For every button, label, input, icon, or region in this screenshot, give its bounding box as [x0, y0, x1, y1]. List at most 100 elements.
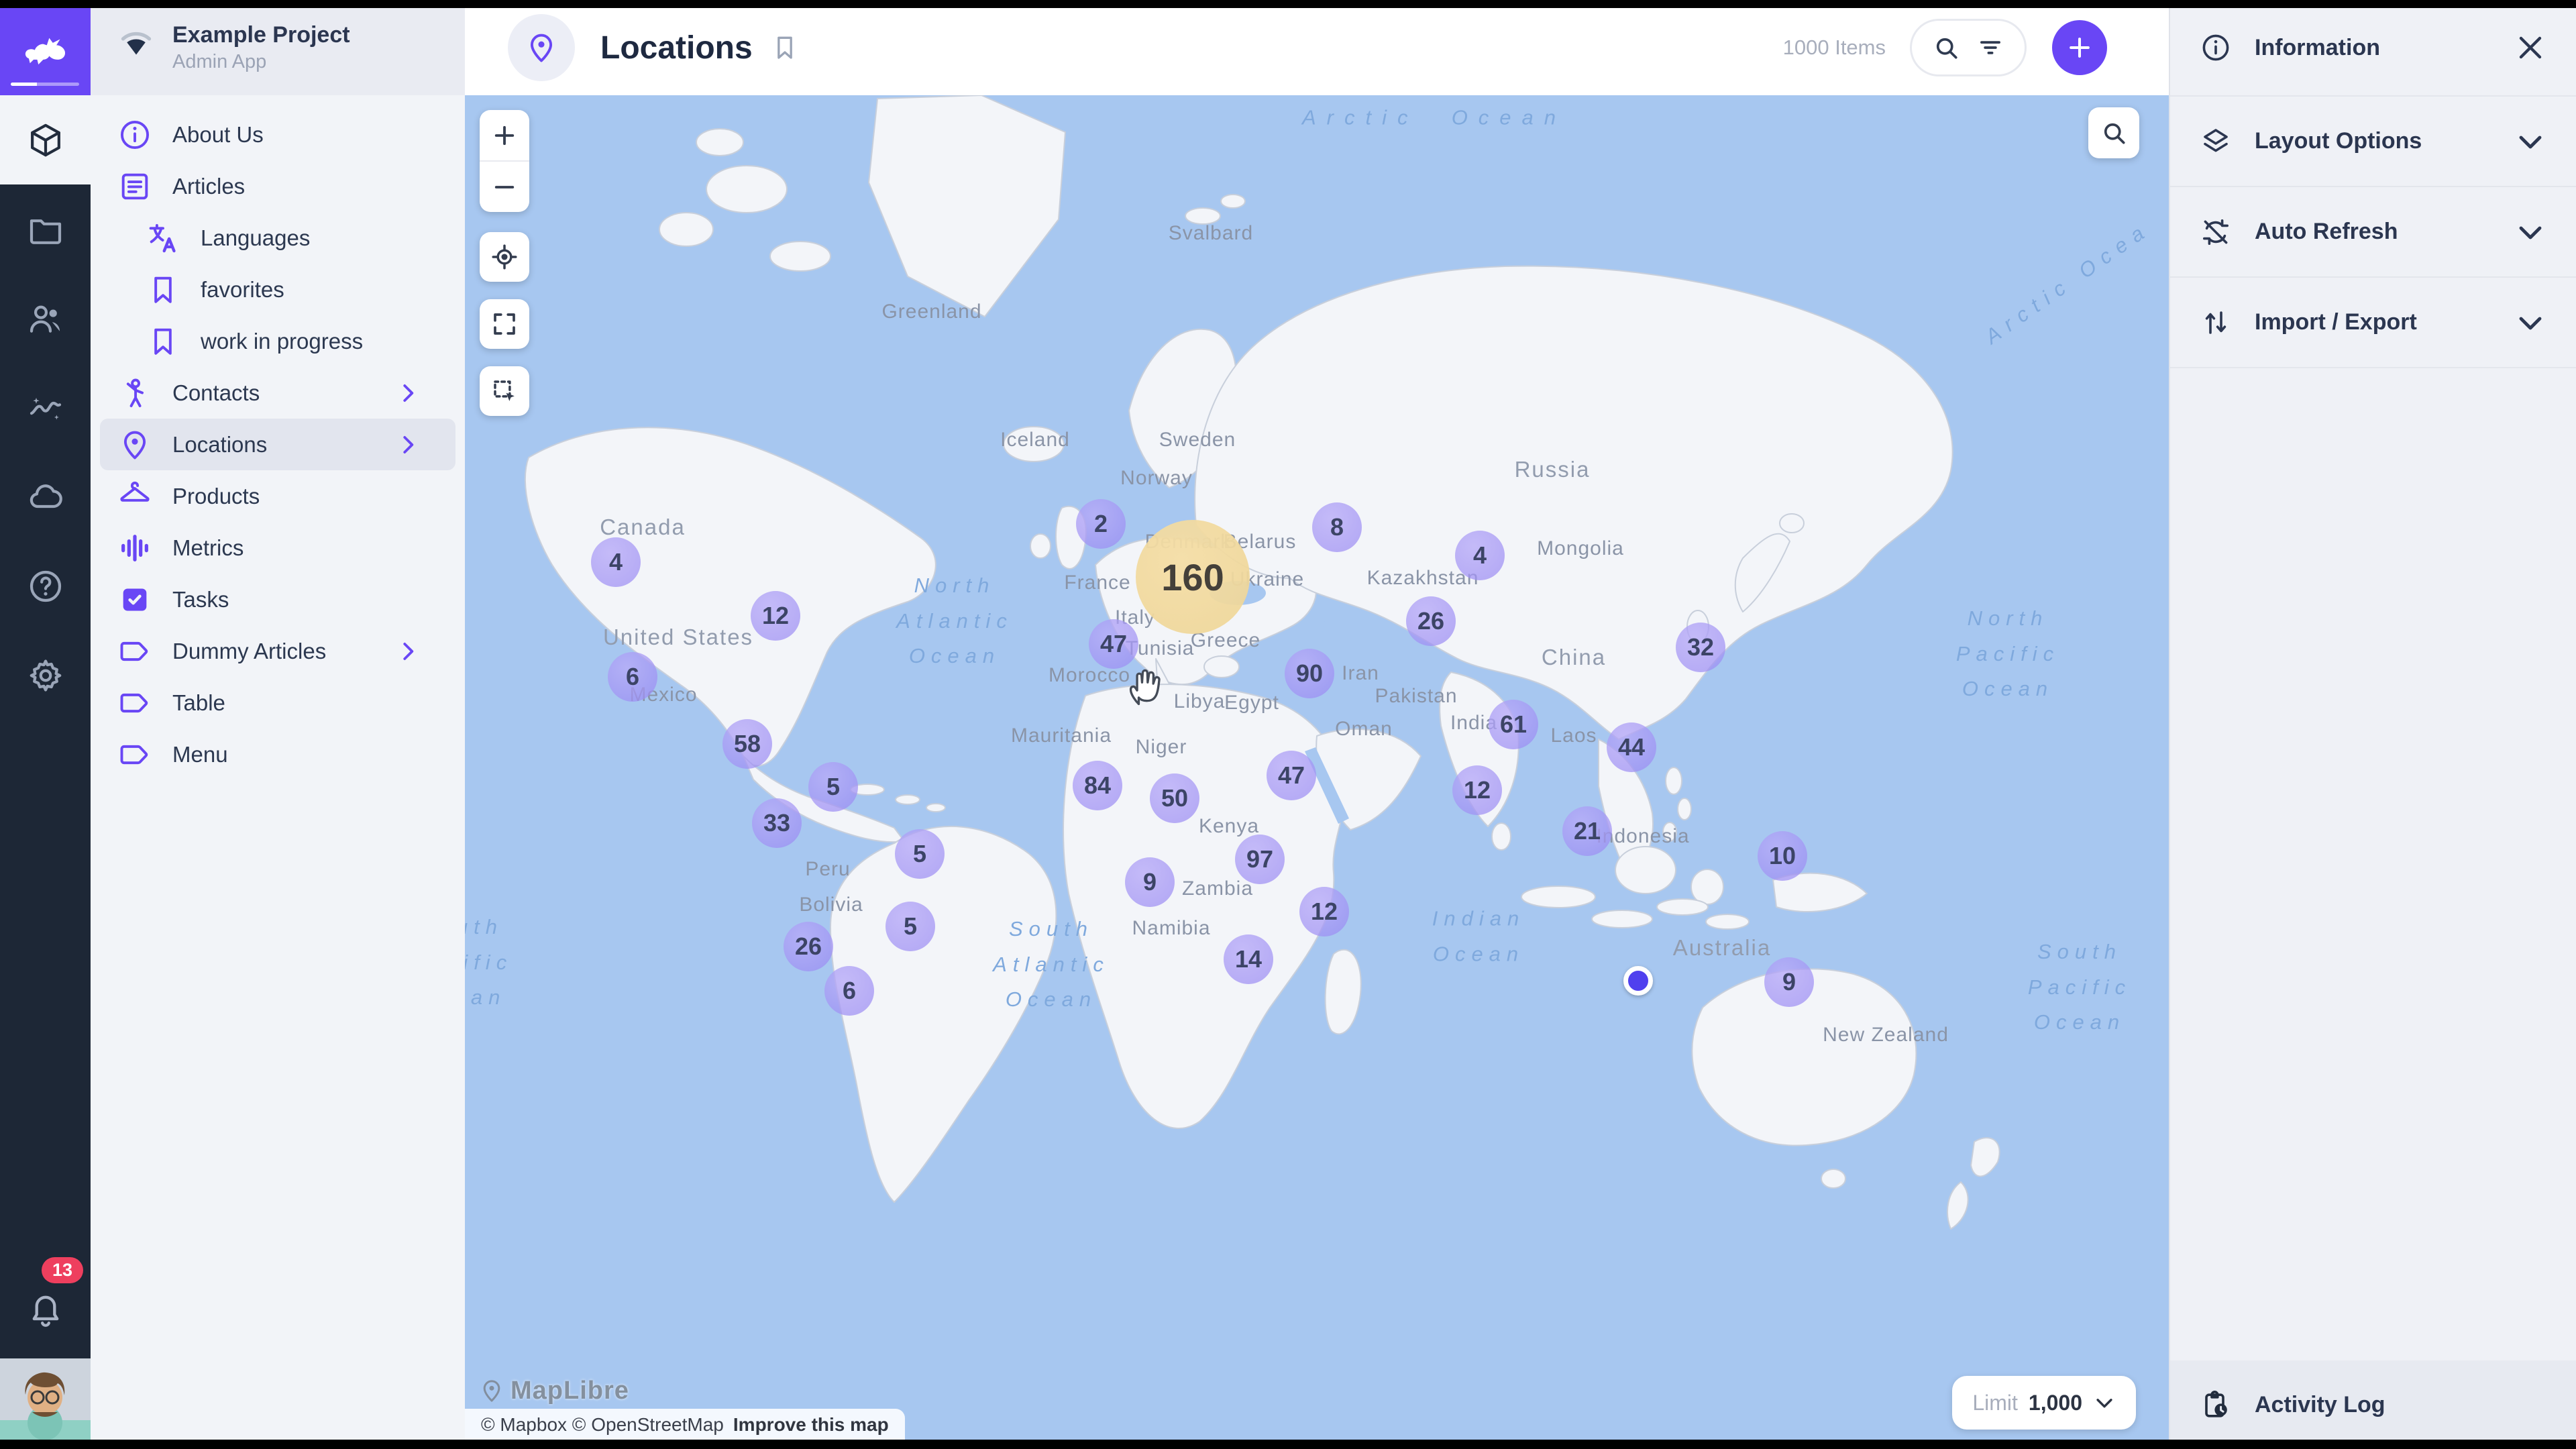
box-select-button[interactable] [480, 366, 529, 416]
country-label: Svalbard [1169, 222, 1253, 245]
activity-log-button[interactable]: Activity Log [2170, 1360, 2576, 1449]
nav-item-favorites[interactable]: favorites [100, 264, 455, 315]
country-label: Mongolia [1537, 537, 1624, 560]
country-label: New Zealand [1823, 1024, 1949, 1046]
map-cluster[interactable]: 58 [722, 719, 772, 769]
close-icon[interactable] [2514, 32, 2546, 64]
panel-section-layout-options[interactable]: Layout Options [2170, 97, 2576, 187]
minus-icon [490, 173, 519, 201]
geolocate-button[interactable] [480, 232, 529, 282]
map-cluster[interactable]: 61 [1489, 700, 1538, 749]
country-label: France [1064, 572, 1130, 594]
module-files[interactable] [0, 184, 91, 274]
project-subtitle: Admin App [172, 51, 350, 73]
bell-icon [26, 1289, 65, 1328]
map-cluster[interactable]: 21 [1562, 806, 1612, 856]
ocean-label: uth cific ean [465, 910, 513, 1016]
nav-item-dummy-articles[interactable]: Dummy Articles [100, 625, 455, 677]
panel-section-import-export[interactable]: Import / Export [2170, 278, 2576, 368]
map-cluster[interactable]: 5 [895, 829, 945, 879]
limit-dropdown[interactable]: Limit 1,000 [1952, 1376, 2136, 1430]
map-cluster[interactable]: 33 [752, 798, 802, 848]
add-item-button[interactable] [2052, 20, 2107, 75]
search-icon [2100, 119, 2128, 147]
map-attribution: © Mapbox © OpenStreetMap Improve this ma… [465, 1409, 905, 1441]
nav-item-label: Articles [172, 174, 245, 199]
map-cluster[interactable]: 8 [1312, 502, 1362, 552]
search-icon[interactable] [1932, 34, 1960, 62]
map-cluster[interactable]: 160 [1136, 520, 1250, 634]
items-count: 1000 Items [1783, 36, 1886, 60]
map-cluster[interactable]: 9 [1764, 957, 1814, 1007]
country-label: United States [603, 625, 753, 650]
nav-item-work-in-progress[interactable]: work in progress [100, 315, 455, 367]
module-content[interactable] [0, 95, 91, 184]
panel-section-auto-refresh[interactable]: Auto Refresh [2170, 187, 2576, 278]
nav-item-products[interactable]: Products [100, 470, 455, 522]
module-settings[interactable] [0, 631, 91, 720]
notifications-button[interactable]: 13 [0, 1261, 91, 1355]
attribution-links[interactable]: © Mapbox © OpenStreetMap [481, 1414, 724, 1436]
map-cluster[interactable]: 6 [824, 966, 874, 1016]
map-cluster[interactable]: 6 [608, 652, 657, 702]
map-cluster[interactable]: 10 [1758, 831, 1807, 881]
nav-item-metrics[interactable]: Metrics [100, 522, 455, 574]
map-cluster[interactable]: 90 [1285, 649, 1334, 698]
nav-item-menu[interactable]: Menu [100, 729, 455, 780]
map-cluster[interactable]: 5 [808, 762, 858, 812]
map-cluster[interactable]: 14 [1224, 934, 1273, 984]
user-avatar[interactable] [0, 1358, 91, 1449]
map-cluster[interactable]: 44 [1607, 722, 1656, 772]
app-logo[interactable] [0, 0, 91, 95]
map-cluster[interactable]: 26 [784, 922, 833, 971]
maplibre-watermark[interactable]: MapLibre [478, 1375, 629, 1406]
map-cluster[interactable]: 12 [1452, 765, 1502, 815]
nav-item-languages[interactable]: Languages [100, 212, 455, 264]
country-label: Laos [1550, 724, 1597, 747]
map-cluster[interactable]: 84 [1073, 761, 1122, 810]
logo-underline [11, 83, 79, 86]
map-cluster[interactable]: 50 [1150, 773, 1199, 823]
layers-icon [2200, 125, 2232, 158]
map-cluster[interactable]: 9 [1125, 857, 1175, 907]
module-help[interactable] [0, 541, 91, 631]
fullscreen-button[interactable] [480, 299, 529, 349]
map-cluster[interactable]: 4 [1455, 531, 1505, 580]
nav-item-label: Metrics [172, 535, 244, 561]
module-insights[interactable] [0, 363, 91, 452]
map-cluster[interactable]: 5 [885, 902, 935, 951]
map-cluster[interactable]: 32 [1676, 623, 1725, 672]
map-canvas[interactable]: GreenlandSvalbardIcelandSwedenNorwayDenm… [465, 95, 2169, 1441]
map-cluster[interactable]: 26 [1406, 596, 1456, 646]
nav-item-articles[interactable]: Articles [100, 160, 455, 212]
map-search-button[interactable] [2088, 107, 2139, 158]
nav-item-tasks[interactable]: Tasks [100, 574, 455, 625]
module-cloud[interactable] [0, 452, 91, 541]
country-label: Oman [1335, 718, 1393, 741]
nav-item-contacts[interactable]: Contacts [100, 367, 455, 419]
filter-icon[interactable] [1976, 34, 2004, 62]
zoom-in-button[interactable] [480, 110, 529, 162]
project-header[interactable]: Example Project Admin App [91, 0, 465, 95]
nav-item-table[interactable]: Table [100, 677, 455, 729]
tag-icon [117, 686, 152, 720]
map-point-marker[interactable] [1623, 966, 1653, 996]
settings-icon [27, 657, 64, 694]
map-cluster[interactable]: 12 [1299, 887, 1349, 936]
zoom-out-button[interactable] [480, 162, 529, 212]
country-label: Pakistan [1375, 685, 1457, 708]
clipboard-clock-icon [2200, 1389, 2232, 1421]
map-cluster[interactable]: 2 [1076, 499, 1126, 549]
info-icon [2200, 32, 2232, 64]
nav-item-locations[interactable]: Locations [100, 419, 455, 470]
nav-item-about-us[interactable]: About Us [100, 109, 455, 160]
map-cluster[interactable]: 47 [1089, 619, 1138, 669]
bookmark-icon[interactable] [770, 33, 800, 62]
map-cluster[interactable]: 4 [591, 537, 641, 587]
improve-map-link[interactable]: Improve this map [733, 1414, 889, 1436]
map-cluster[interactable]: 12 [751, 591, 800, 641]
locate-icon [490, 243, 519, 271]
map-cluster[interactable]: 47 [1267, 751, 1316, 800]
map-cluster[interactable]: 97 [1235, 835, 1285, 884]
module-users[interactable] [0, 274, 91, 363]
